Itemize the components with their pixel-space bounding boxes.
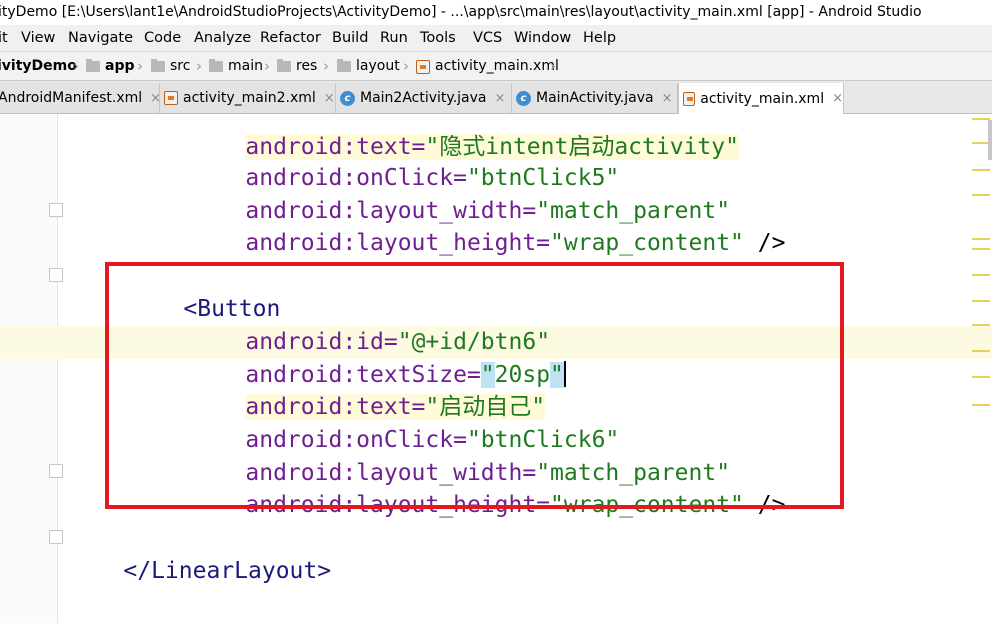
fold-end-icon[interactable] (49, 530, 63, 544)
warning-mark[interactable] (972, 274, 990, 276)
breadcrumb-src[interactable]: src (151, 52, 190, 81)
breadcrumb-separator-icon: › (323, 57, 329, 75)
breadcrumb-separator-icon: › (137, 57, 143, 75)
folder-icon (337, 59, 351, 72)
tag-close: /> (743, 230, 786, 256)
menu-help[interactable]: Help (583, 25, 616, 51)
breadcrumb-separator-icon: › (403, 57, 409, 75)
scrollbar[interactable] (988, 120, 992, 160)
menu-analyze[interactable]: Analyze (194, 25, 251, 51)
breadcrumb-app-label: app (105, 58, 135, 74)
breadcrumb-layout-label: layout (356, 58, 400, 74)
breadcrumb-app[interactable]: app (86, 52, 135, 81)
menu-refactor[interactable]: Refactor (260, 25, 321, 51)
code-line: android:onClick="btnClick5" (190, 129, 950, 191)
window-title-bar: ityDemo [E:\Users\lant1e\AndroidStudioPr… (0, 0, 992, 25)
tab-label: AndroidManifest.xml (0, 90, 143, 106)
menu-navigate[interactable]: Navigate (68, 25, 133, 51)
menu-run[interactable]: Run (380, 25, 408, 51)
folder-icon (209, 59, 223, 72)
fold-end-icon[interactable] (49, 203, 63, 217)
code-line: android:text="隐式intent启动activity" (190, 98, 750, 160)
close-icon[interactable]: × (832, 91, 843, 106)
breadcrumb-main[interactable]: main (209, 52, 263, 81)
menu-file[interactable]: it (0, 25, 8, 51)
breadcrumb-main-label: main (228, 58, 263, 74)
breadcrumb-separator-icon: › (73, 57, 79, 75)
fold-end-icon[interactable] (49, 464, 63, 478)
warning-mark[interactable] (972, 194, 990, 196)
error-stripe (972, 114, 992, 623)
code-line: android:layout_width="match_parent" (190, 162, 950, 224)
warning-mark[interactable] (972, 324, 990, 326)
xml-file-icon (416, 59, 430, 74)
breadcrumb-project[interactable]: ivityDemo (0, 52, 77, 81)
breadcrumb-src-label: src (170, 58, 191, 74)
menu-code[interactable]: Code (144, 25, 181, 51)
attribute-name: android:layout_height= (245, 230, 551, 256)
warning-mark[interactable] (972, 350, 990, 352)
tag-close: </LinearLayout> (123, 558, 332, 584)
warning-mark[interactable] (972, 248, 990, 250)
resource-folder-icon (277, 59, 291, 72)
menu-view[interactable]: View (21, 25, 55, 51)
tab-androidmanifest[interactable]: AndroidManifest.xml × (0, 83, 161, 113)
breadcrumb-separator-icon: › (264, 57, 270, 75)
highlight-box (105, 262, 844, 509)
menu-vcs[interactable]: VCS (473, 25, 502, 51)
warning-mark[interactable] (972, 300, 990, 302)
menu-bar: it View Navigate Code Analyze Refactor B… (0, 25, 992, 51)
breadcrumb-res-label: res (296, 58, 318, 74)
menu-tools[interactable]: Tools (420, 25, 456, 51)
menu-window[interactable]: Window (514, 25, 571, 51)
breadcrumb-file-label: activity_main.xml (435, 58, 559, 74)
xml-file-icon (164, 91, 178, 105)
breadcrumb-layout[interactable]: layout (337, 52, 400, 81)
window-title: ityDemo [E:\Users\lant1e\AndroidStudioPr… (0, 4, 922, 20)
breadcrumb-separator-icon: › (196, 57, 202, 75)
breadcrumb-file[interactable]: activity_main.xml (416, 52, 559, 81)
warning-mark[interactable] (972, 238, 990, 240)
module-folder-icon (86, 59, 100, 72)
navigation-bar: ivityDemo › app › src › main › res › lay… (0, 51, 992, 81)
breadcrumb-separator-icon: › (550, 57, 556, 75)
fold-start-icon[interactable] (49, 268, 63, 282)
breadcrumb-res[interactable]: res (277, 52, 317, 81)
menu-build[interactable]: Build (332, 25, 368, 51)
warning-mark[interactable] (972, 404, 990, 406)
code-line: </LinearLayout> (68, 522, 828, 584)
folder-icon (151, 59, 165, 72)
warning-mark[interactable] (972, 169, 990, 171)
warning-mark[interactable] (972, 376, 990, 378)
editor-gutter (0, 114, 58, 623)
code-line: android:layout_height="wrap_content" /> (190, 194, 950, 256)
attribute-value: "wrap_content" (550, 230, 744, 256)
